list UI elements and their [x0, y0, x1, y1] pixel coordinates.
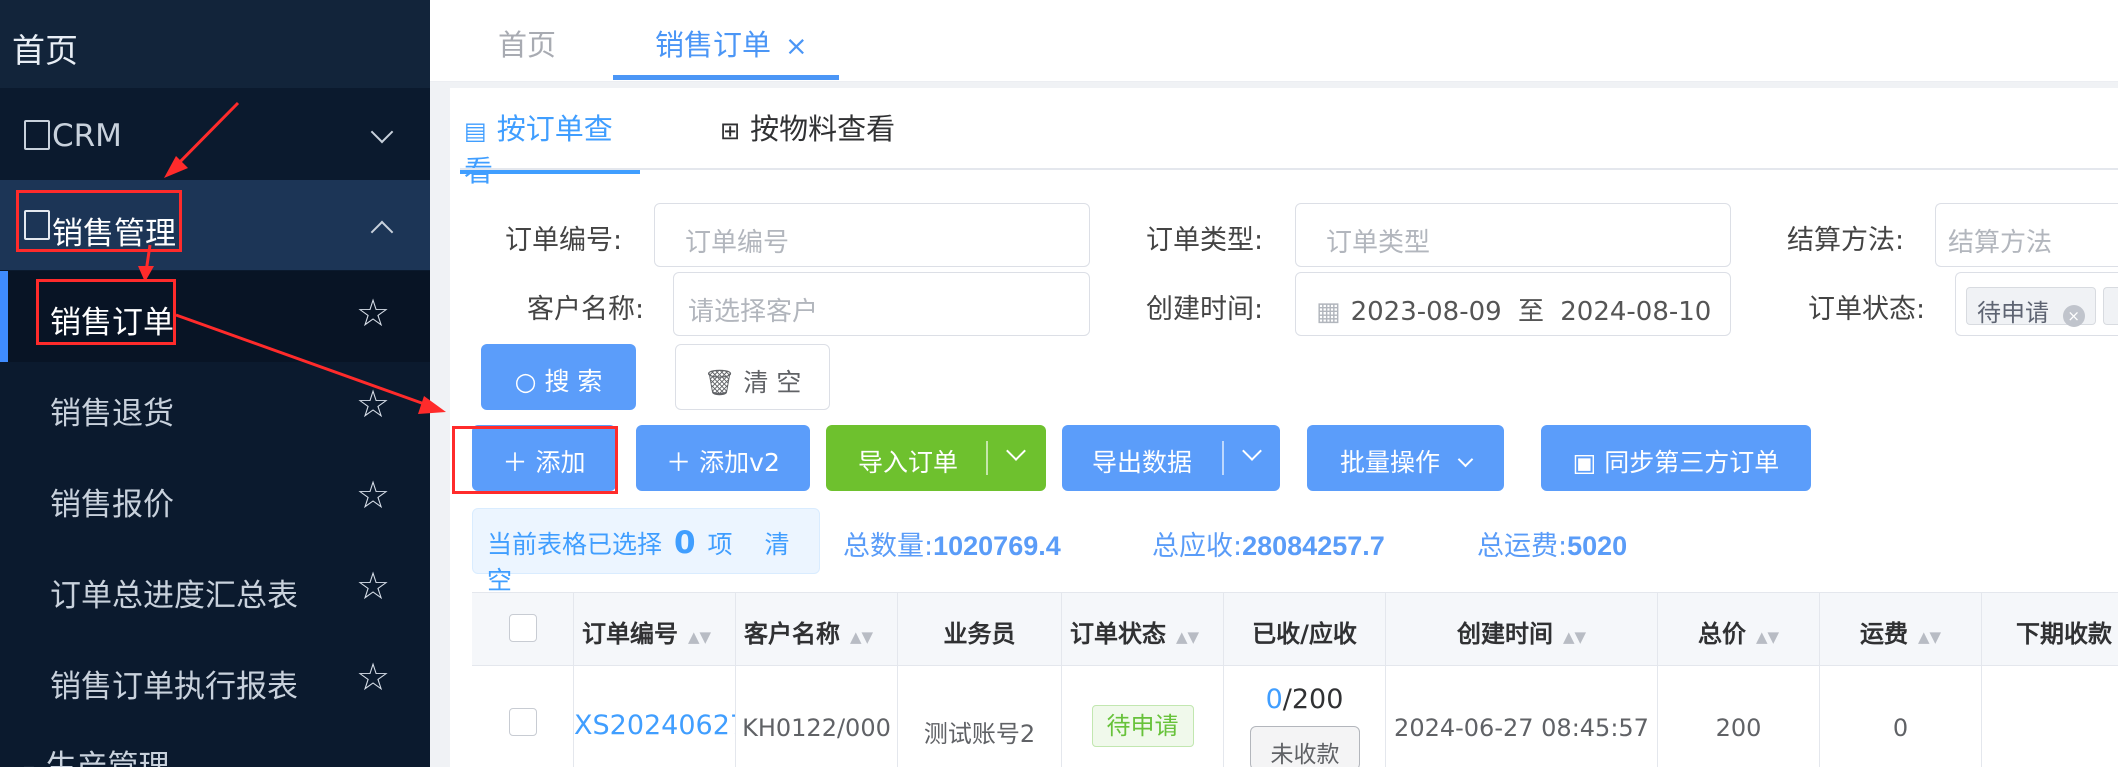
header-customer-label: 客户名称 [744, 620, 840, 648]
header-customer[interactable]: 客户名称 ▲▼ [736, 592, 898, 666]
button-divider [986, 441, 988, 475]
header-order-status-label: 订单状态 [1070, 620, 1166, 648]
cell-customer-value: KH0122/000 [742, 714, 891, 742]
selection-prefix: 当前表格已选择 [487, 530, 663, 559]
selection-count: 0 [673, 525, 696, 561]
cell-salesman-value: 测试账号2 [923, 720, 1036, 748]
header-received-label: 已收/应收 [1252, 620, 1357, 648]
cell-created-time: 2024-06-27 08:45:57 [1386, 666, 1658, 767]
sync-third-party-button[interactable]: ▣ 同步第三方订单 [1541, 425, 1811, 491]
add-v2-button-label: 添加v2 [699, 448, 780, 477]
selection-suffix: 项 [707, 530, 733, 559]
plus-icon: ＋ [666, 448, 692, 477]
cell-order-status: 待申请 [1062, 666, 1224, 767]
sort-icon[interactable]: ▲▼ [1918, 628, 1941, 646]
header-total-label: 总价 [1697, 620, 1746, 648]
chevron-down-icon [1457, 451, 1474, 468]
total-quantity-value: 1020769.4 [933, 531, 1061, 561]
unpaid-status-button[interactable]: 未收款 [1250, 726, 1360, 767]
total-freight-value: 5020 [1567, 531, 1628, 561]
chevron-down-icon[interactable] [1006, 441, 1026, 461]
batch-operations-button-label: 批量操作 [1340, 448, 1441, 477]
cell-customer: KH0122/000 [736, 666, 898, 767]
total-quantity-label: 总数量: [843, 531, 934, 562]
order-no-link[interactable]: XS20240627 [574, 710, 735, 741]
header-order-no-label: 订单编号 [582, 620, 678, 648]
total-quantity: 总数量:1020769.4 [843, 524, 1061, 563]
cell-order-no[interactable]: XS20240627 [574, 666, 736, 767]
cell-total: 200 [1658, 666, 1820, 767]
total-freight: 总运费:5020 [1477, 524, 1627, 563]
header-created-time-label: 创建时间 [1456, 620, 1553, 648]
header-freight[interactable]: 运费 ▲▼ [1820, 592, 1982, 666]
header-order-no[interactable]: 订单编号 ▲▼ [574, 592, 736, 666]
selection-info: 当前表格已选择 0 项 清 空 [472, 508, 820, 595]
sort-icon[interactable]: ▲▼ [1563, 628, 1586, 646]
header-select-all [472, 592, 574, 666]
export-data-button-label: 导出数据 [1092, 448, 1193, 477]
header-order-status[interactable]: 订单状态 ▲▼ [1062, 592, 1224, 666]
receivable-amount: /200 [1282, 684, 1344, 715]
cell-total-value: 200 [1715, 714, 1762, 742]
cell-salesman: 测试账号2 [898, 666, 1062, 767]
sort-icon[interactable]: ▲▼ [688, 628, 711, 646]
row-checkbox[interactable] [508, 708, 537, 736]
header-freight-label: 运费 [1859, 620, 1908, 648]
batch-operations-button[interactable]: 批量操作 [1307, 425, 1504, 491]
select-all-checkbox[interactable] [508, 614, 537, 642]
received-amount: 0 [1265, 684, 1283, 715]
chevron-down-icon[interactable] [1242, 441, 1262, 461]
header-received: 已收/应收 [1224, 592, 1386, 666]
cell-next-receipt [1982, 666, 2118, 767]
cell-created-time-value: 2024-06-27 08:45:57 [1394, 714, 1649, 742]
total-freight-label: 总运费: [1477, 531, 1568, 562]
total-receivable-value: 28084257.7 [1242, 531, 1385, 561]
header-salesman: 业务员 [898, 592, 1062, 666]
sync-icon: ▣ [1572, 448, 1597, 477]
total-receivable-label: 总应收: [1152, 531, 1243, 562]
sort-icon[interactable]: ▲▼ [1756, 628, 1779, 646]
import-orders-button-label: 导入订单 [858, 448, 959, 477]
header-total[interactable]: 总价 ▲▼ [1658, 592, 1820, 666]
total-receivable: 总应收:28084257.7 [1152, 524, 1385, 563]
header-next-receipt: 下期收款 [1982, 592, 2118, 666]
export-data-button[interactable]: 导出数据 [1062, 425, 1280, 491]
import-orders-button[interactable]: 导入订单 [826, 425, 1046, 491]
status-badge: 待申请 [1091, 705, 1194, 747]
add-v2-button[interactable]: ＋添加v2 [636, 425, 810, 491]
annotation-box-add [452, 426, 618, 494]
row-select [472, 666, 574, 767]
sync-third-party-button-label: 同步第三方订单 [1604, 448, 1780, 477]
header-salesman-label: 业务员 [943, 620, 1016, 648]
cell-freight-value: 0 [1892, 714, 1909, 742]
header-created-time[interactable]: 创建时间 ▲▼ [1386, 592, 1658, 666]
sort-icon[interactable]: ▲▼ [850, 628, 873, 646]
cell-freight: 0 [1820, 666, 1982, 767]
sort-icon[interactable]: ▲▼ [1176, 628, 1199, 646]
header-next-receipt-label: 下期收款 [2016, 620, 2112, 648]
button-divider [1222, 441, 1224, 475]
